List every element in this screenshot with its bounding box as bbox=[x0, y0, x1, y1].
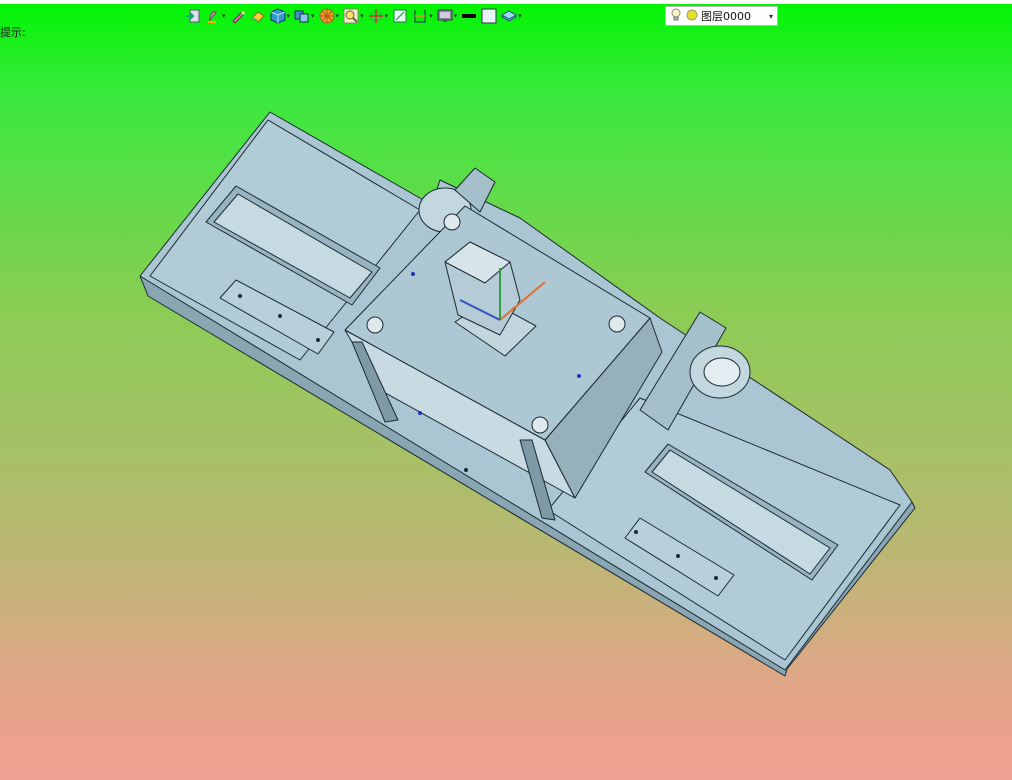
point-marker bbox=[418, 411, 422, 415]
mounting-hole bbox=[714, 576, 718, 580]
point-marker bbox=[577, 374, 581, 378]
mounting-hole bbox=[278, 314, 282, 318]
mounting-hole bbox=[676, 554, 680, 558]
top-bolt bbox=[608, 315, 626, 333]
mounting-hole bbox=[316, 338, 320, 342]
top-bolt bbox=[531, 416, 549, 434]
mounting-hole bbox=[238, 294, 242, 298]
mounting-hole bbox=[634, 530, 638, 534]
mounting-hole bbox=[464, 468, 468, 472]
cad-viewport[interactable] bbox=[0, 0, 1012, 780]
right-pulley-hole bbox=[703, 357, 741, 387]
point-marker bbox=[411, 272, 415, 276]
top-bolt bbox=[443, 213, 461, 231]
top-bolt bbox=[366, 316, 384, 334]
